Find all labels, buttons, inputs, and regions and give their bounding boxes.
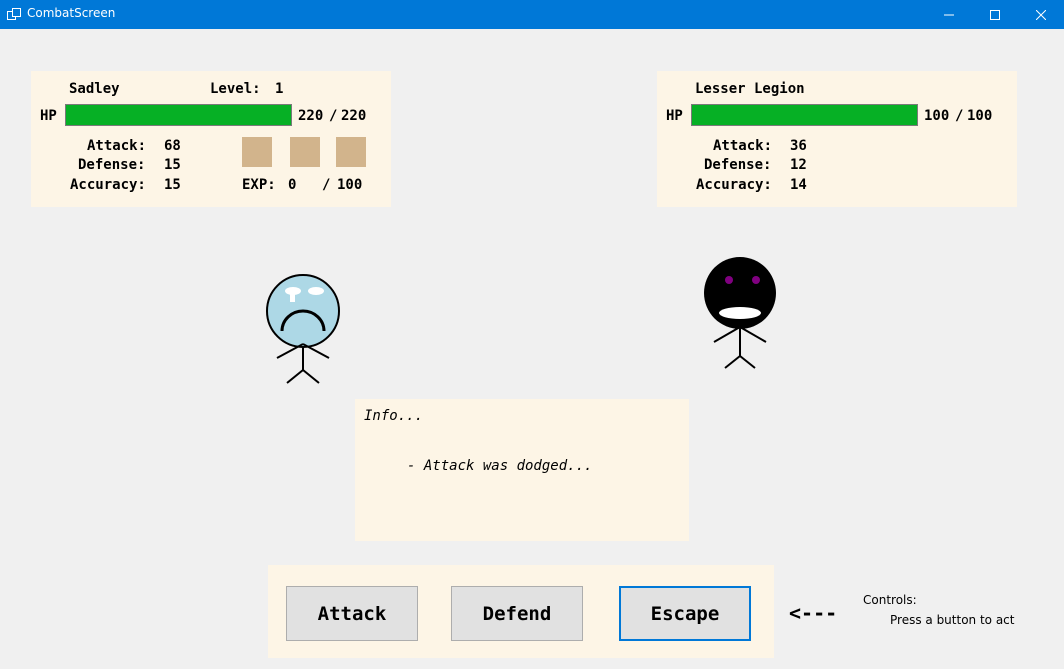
enemy-eye-right	[752, 276, 760, 284]
player-eye-right	[308, 287, 324, 295]
defend-button[interactable]: Defend	[451, 586, 583, 641]
controls-hint: Press a button to act	[890, 613, 1015, 627]
minimize-button[interactable]	[926, 0, 972, 29]
player-level-label: Level:	[210, 81, 261, 97]
enemy-hp-separator: /	[955, 108, 964, 124]
enemy-hp-current: 100	[924, 108, 950, 124]
player-hp-separator: /	[329, 108, 338, 124]
enemy-defense-value: 12	[790, 157, 807, 173]
maximize-button[interactable]	[972, 0, 1018, 29]
player-exp-separator: /	[322, 177, 331, 193]
enemy-attack-label: Attack:	[713, 138, 773, 154]
inventory-slot[interactable]	[336, 137, 366, 167]
player-tear	[290, 292, 295, 302]
minimize-icon	[944, 14, 954, 15]
enemy-hp-label: HP	[666, 108, 683, 124]
inventory-slot[interactable]	[242, 137, 272, 167]
player-attack-value: 68	[164, 138, 181, 154]
enemy-defense-label: Defense:	[704, 157, 772, 173]
player-hp-fill	[66, 105, 291, 125]
player-character	[266, 274, 340, 384]
player-exp-label: EXP:	[242, 177, 276, 193]
player-hp-max: 220	[341, 108, 367, 124]
enemy-accuracy-value: 14	[790, 177, 807, 193]
maximize-icon	[990, 9, 1000, 20]
app-icon	[7, 8, 21, 20]
enemy-accuracy-label: Accuracy:	[696, 177, 772, 193]
close-icon	[1036, 9, 1046, 20]
player-hp-bar	[65, 104, 292, 126]
player-level-value: 1	[275, 81, 284, 97]
enemy-hp-fill	[692, 105, 917, 125]
attack-button[interactable]: Attack	[286, 586, 418, 641]
controls-arrow: <---	[789, 601, 838, 625]
player-hp-current: 220	[298, 108, 324, 124]
info-panel: Info... - Attack was dodged...	[355, 399, 689, 541]
player-stats-panel: Sadley Level: 1 HP 220 / 220 Attack: 68 …	[31, 71, 391, 207]
enemy-eye-left	[725, 276, 733, 284]
title-bar[interactable]: CombatScreen	[0, 0, 1064, 29]
enemy-hp-max: 100	[967, 108, 993, 124]
player-defense-label: Defense:	[78, 157, 146, 173]
player-exp-max: 100	[337, 177, 363, 193]
enemy-character	[704, 257, 776, 369]
player-accuracy-value: 15	[164, 177, 181, 193]
actions-panel: Attack Defend Escape	[268, 565, 774, 658]
inventory-slot[interactable]	[290, 137, 320, 167]
player-exp-current: 0	[288, 177, 297, 193]
controls-title: Controls:	[863, 593, 917, 607]
player-name: Sadley	[69, 81, 120, 97]
enemy-mouth	[719, 307, 761, 319]
escape-button[interactable]: Escape	[619, 586, 751, 641]
player-defense-value: 15	[164, 157, 181, 173]
info-title: Info...	[364, 408, 424, 424]
enemy-attack-value: 36	[790, 138, 807, 154]
player-accuracy-label: Accuracy:	[70, 177, 146, 193]
player-hp-label: HP	[40, 108, 57, 124]
window-title: CombatScreen	[27, 6, 116, 20]
enemy-stats-panel: Lesser Legion HP 100 / 100 Attack: 36 De…	[657, 71, 1017, 207]
info-message: - Attack was dodged...	[407, 458, 593, 474]
enemy-hp-bar	[691, 104, 918, 126]
enemy-name: Lesser Legion	[695, 81, 805, 97]
close-button[interactable]	[1018, 0, 1064, 29]
player-attack-label: Attack:	[87, 138, 147, 154]
